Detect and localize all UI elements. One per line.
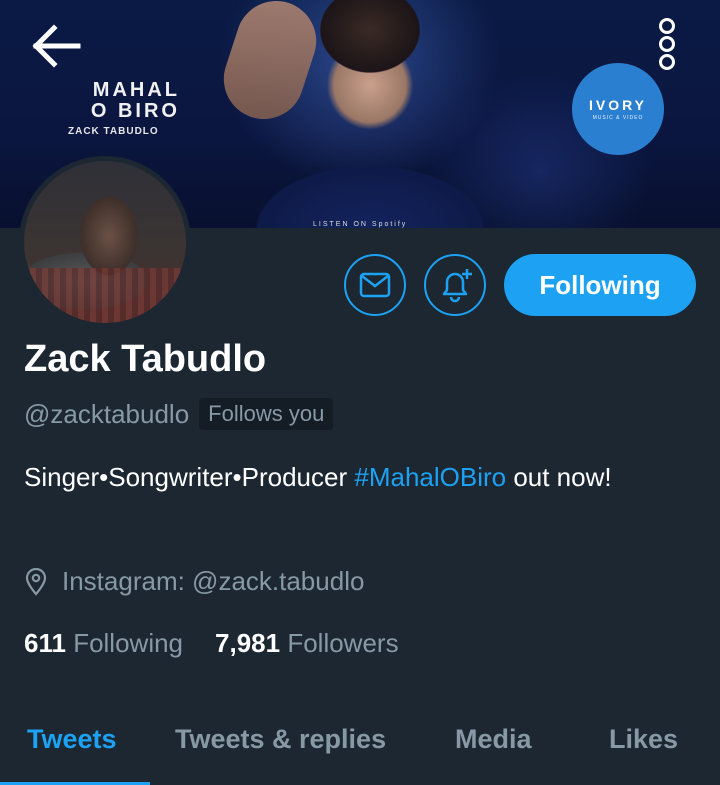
label-subtitle: MUSIC & VIDEO bbox=[592, 115, 644, 121]
followers-count: 7,981 bbox=[215, 628, 281, 658]
follow-stats: 611 Following 7,981 Followers bbox=[24, 628, 431, 659]
bio-hashtag-link[interactable]: #MahalOBiro bbox=[354, 462, 506, 492]
handle-row: @zacktabudlo Follows you bbox=[24, 398, 334, 430]
tab-tweets[interactable]: Tweets bbox=[27, 724, 117, 755]
tab-media[interactable]: Media bbox=[455, 724, 532, 755]
user-handle: @zacktabudlo bbox=[24, 398, 190, 429]
follows-you-badge: Follows you bbox=[199, 398, 334, 430]
back-arrow-icon[interactable] bbox=[30, 24, 82, 68]
display-name: Zack Tabudlo bbox=[24, 338, 267, 380]
following-label: Following bbox=[73, 628, 184, 658]
label-logo: IVORY bbox=[588, 97, 648, 113]
following-count-link[interactable]: 611 Following bbox=[24, 628, 183, 659]
envelope-icon bbox=[359, 272, 391, 298]
notifications-button[interactable] bbox=[424, 254, 486, 316]
more-dot bbox=[659, 36, 675, 52]
following-count: 611 bbox=[24, 628, 66, 658]
more-dot bbox=[659, 18, 675, 34]
bio-text-end: out now! bbox=[506, 462, 612, 492]
avatar-photo-detail bbox=[24, 268, 186, 323]
following-button[interactable]: Following bbox=[504, 254, 696, 316]
album-title: MAHAL O BIRO bbox=[40, 80, 180, 122]
bio-text: Singer•Songwriter•Producer bbox=[24, 462, 355, 492]
followers-count-link[interactable]: 7,981 Followers bbox=[215, 628, 399, 659]
album-artist: ZACK TABUDLO bbox=[68, 126, 159, 137]
profile-bio: Singer•Songwriter•Producer #MahalOBiro o… bbox=[24, 458, 684, 496]
avatar-photo bbox=[24, 161, 186, 323]
listen-on-spotify: LISTEN ON Spotify bbox=[313, 221, 408, 228]
label-badge: IVORY MUSIC & VIDEO bbox=[572, 63, 664, 155]
album-title-line2: O BIRO bbox=[90, 100, 180, 122]
location-row: Instagram: @zack.tabudlo bbox=[24, 566, 364, 597]
location-text: Instagram: @zack.tabudlo bbox=[62, 566, 365, 596]
more-dot bbox=[659, 54, 675, 70]
tab-tweets-and-replies[interactable]: Tweets & replies bbox=[175, 724, 386, 755]
album-title-line1: MAHAL bbox=[92, 79, 180, 101]
profile-tabs: Tweets Tweets & replies Media Likes bbox=[0, 702, 720, 785]
followers-label: Followers bbox=[287, 628, 399, 658]
profile-avatar[interactable] bbox=[19, 156, 191, 328]
location-pin-icon bbox=[25, 567, 47, 596]
tab-likes[interactable]: Likes bbox=[609, 724, 678, 755]
more-options-icon[interactable] bbox=[650, 14, 684, 74]
message-button[interactable] bbox=[344, 254, 406, 316]
bell-plus-icon bbox=[442, 269, 472, 303]
